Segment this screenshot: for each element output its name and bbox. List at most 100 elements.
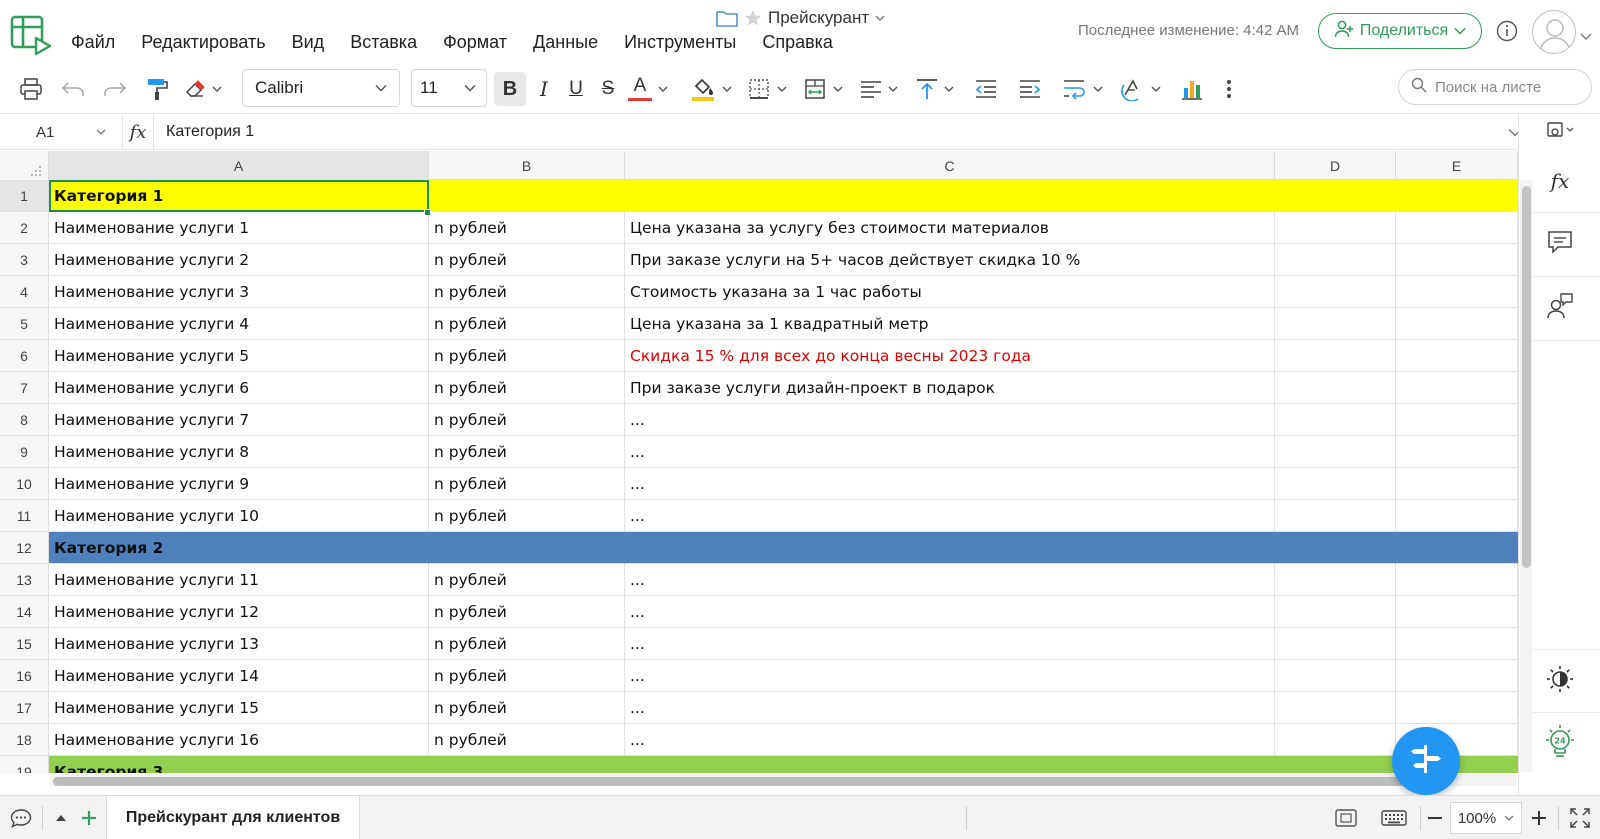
chevron-down-icon[interactable] bbox=[875, 14, 885, 22]
text-wrap-button[interactable] bbox=[1060, 72, 1106, 106]
cell-a4[interactable]: Наименование услуги 3 bbox=[49, 276, 429, 308]
fullscreen-icon[interactable] bbox=[1564, 796, 1596, 839]
fit-screen-icon[interactable] bbox=[1328, 796, 1364, 839]
fill-handle[interactable] bbox=[424, 209, 431, 216]
more-options-icon[interactable] bbox=[1218, 72, 1240, 106]
row-header[interactable]: 11 bbox=[0, 500, 49, 532]
sheet-tab-active[interactable]: Прейскурант для клиентов bbox=[106, 796, 360, 839]
cell-e13[interactable] bbox=[1396, 564, 1518, 596]
cell-d2[interactable] bbox=[1275, 212, 1396, 244]
cell-c6[interactable]: Скидка 15 % для всех до конца весны 2023… bbox=[625, 340, 1275, 372]
text-rotation-button[interactable] bbox=[1118, 72, 1164, 106]
app-logo-icon[interactable] bbox=[10, 14, 52, 56]
cell-c10[interactable]: ... bbox=[625, 468, 1275, 500]
cell-a6[interactable]: Наименование услуги 5 bbox=[49, 340, 429, 372]
cell-a12[interactable]: Категория 2 bbox=[49, 532, 429, 564]
document-title[interactable]: Прейскурант bbox=[716, 6, 885, 30]
font-color-button[interactable]: A bbox=[626, 72, 670, 106]
cell-b15[interactable]: n рублей bbox=[429, 628, 625, 660]
cell-d4[interactable] bbox=[1275, 276, 1396, 308]
cell-d7[interactable] bbox=[1275, 372, 1396, 404]
cell-c11[interactable]: ... bbox=[625, 500, 1275, 532]
row-header[interactable]: 16 bbox=[0, 660, 49, 692]
cell-e15[interactable] bbox=[1396, 628, 1518, 660]
cell-b2[interactable]: n рублей bbox=[429, 212, 625, 244]
strikethrough-button[interactable]: S bbox=[592, 72, 624, 106]
cell-b13[interactable]: n рублей bbox=[429, 564, 625, 596]
sheet-list-arrow-icon[interactable] bbox=[50, 796, 72, 839]
clear-format-button[interactable] bbox=[182, 72, 224, 106]
cell-d18[interactable] bbox=[1275, 724, 1396, 756]
cell-b8[interactable]: n рублей bbox=[429, 404, 625, 436]
cell-e10[interactable] bbox=[1396, 468, 1518, 500]
zoom-in-icon[interactable] bbox=[1526, 796, 1552, 839]
cell-c5[interactable]: Цена указана за 1 квадратный метр bbox=[625, 308, 1275, 340]
menu-tools[interactable]: Инструменты bbox=[611, 28, 749, 57]
cell-c15[interactable]: ... bbox=[625, 628, 1275, 660]
info-icon[interactable] bbox=[1496, 20, 1518, 42]
row-header[interactable]: 9 bbox=[0, 436, 49, 468]
view-options-button[interactable] bbox=[1519, 115, 1600, 149]
cell-c18[interactable]: ... bbox=[625, 724, 1275, 756]
row-header[interactable]: 10 bbox=[0, 468, 49, 500]
cell-c1[interactable] bbox=[625, 180, 1275, 212]
cell-e6[interactable] bbox=[1396, 340, 1518, 372]
cell-e11[interactable] bbox=[1396, 500, 1518, 532]
star-icon[interactable] bbox=[744, 9, 762, 27]
row-header[interactable]: 6 bbox=[0, 340, 49, 372]
cell-a7[interactable]: Наименование услуги 6 bbox=[49, 372, 429, 404]
cell-c9[interactable]: ... bbox=[625, 436, 1275, 468]
cell-e5[interactable] bbox=[1396, 308, 1518, 340]
cell-a9[interactable]: Наименование услуги 8 bbox=[49, 436, 429, 468]
cell-d11[interactable] bbox=[1275, 500, 1396, 532]
menu-data[interactable]: Данные bbox=[520, 28, 611, 57]
cell-a13[interactable]: Наименование услуги 11 bbox=[49, 564, 429, 596]
cell-a2[interactable]: Наименование услуги 1 bbox=[49, 212, 429, 244]
menu-help[interactable]: Справка bbox=[749, 28, 846, 57]
cell-c19[interactable] bbox=[625, 756, 1275, 773]
zoom-out-icon[interactable] bbox=[1422, 796, 1448, 839]
row-header[interactable]: 18 bbox=[0, 724, 49, 756]
cell-a16[interactable]: Наименование услуги 14 bbox=[49, 660, 429, 692]
cell-b16[interactable]: n рублей bbox=[429, 660, 625, 692]
row-header[interactable]: 3 bbox=[0, 244, 49, 276]
redo-icon[interactable] bbox=[100, 72, 130, 106]
column-header-e[interactable]: E bbox=[1396, 151, 1518, 180]
cell-c16[interactable]: ... bbox=[625, 660, 1275, 692]
share-button[interactable]: Поделиться bbox=[1318, 13, 1482, 49]
cell-b4[interactable]: n рублей bbox=[429, 276, 625, 308]
row-header[interactable]: 1 bbox=[0, 180, 49, 212]
horizontal-scrollbar-thumb[interactable] bbox=[53, 777, 1408, 786]
borders-button[interactable] bbox=[742, 72, 792, 106]
chat-icon[interactable] bbox=[4, 796, 38, 839]
row-header[interactable]: 17 bbox=[0, 692, 49, 724]
document-title-text[interactable]: Прейскурант bbox=[768, 8, 869, 28]
bold-button[interactable]: B bbox=[494, 72, 526, 106]
cell-d17[interactable] bbox=[1275, 692, 1396, 724]
row-header[interactable]: 2 bbox=[0, 212, 49, 244]
sheet-search-input[interactable]: Поиск на листе bbox=[1398, 69, 1592, 105]
row-header[interactable]: 5 bbox=[0, 308, 49, 340]
decrease-indent-icon[interactable] bbox=[970, 72, 1002, 106]
cell-d19[interactable] bbox=[1275, 756, 1396, 773]
cell-e9[interactable] bbox=[1396, 436, 1518, 468]
row-header[interactable]: 19 bbox=[0, 756, 49, 773]
zoom-level-select[interactable]: 100% bbox=[1450, 802, 1522, 834]
cell-d1[interactable] bbox=[1275, 180, 1396, 212]
cell-b6[interactable]: n рублей bbox=[429, 340, 625, 372]
cell-b12[interactable] bbox=[429, 532, 625, 564]
cell-d5[interactable] bbox=[1275, 308, 1396, 340]
cell-e12[interactable] bbox=[1396, 532, 1518, 564]
quick-actions-button[interactable] bbox=[1392, 727, 1460, 795]
column-header-b[interactable]: B bbox=[429, 151, 625, 180]
insert-chart-icon[interactable] bbox=[1176, 72, 1208, 106]
cell-b14[interactable]: n рублей bbox=[429, 596, 625, 628]
row-header[interactable]: 15 bbox=[0, 628, 49, 660]
cell-e1[interactable] bbox=[1396, 180, 1518, 212]
cell-c3[interactable]: При заказе услуги на 5+ часов действует … bbox=[625, 244, 1275, 276]
cell-e17[interactable] bbox=[1396, 692, 1518, 724]
cell-c14[interactable]: ... bbox=[625, 596, 1275, 628]
cell-c2[interactable]: Цена указана за услугу без стоимости мат… bbox=[625, 212, 1275, 244]
cell-b10[interactable]: n рублей bbox=[429, 468, 625, 500]
cell-e2[interactable] bbox=[1396, 212, 1518, 244]
